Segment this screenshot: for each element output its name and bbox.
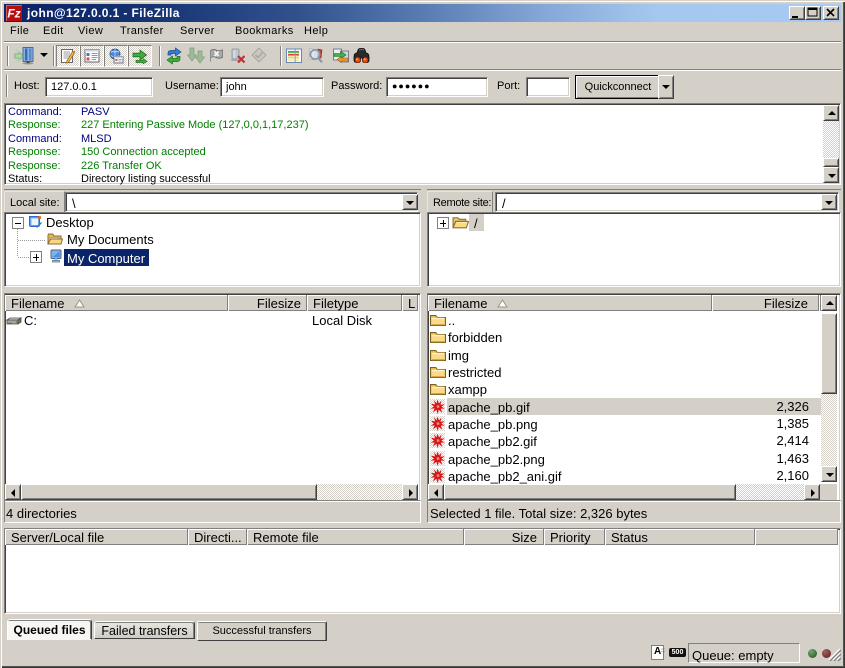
svg-text:Fz: Fz (7, 7, 20, 21)
